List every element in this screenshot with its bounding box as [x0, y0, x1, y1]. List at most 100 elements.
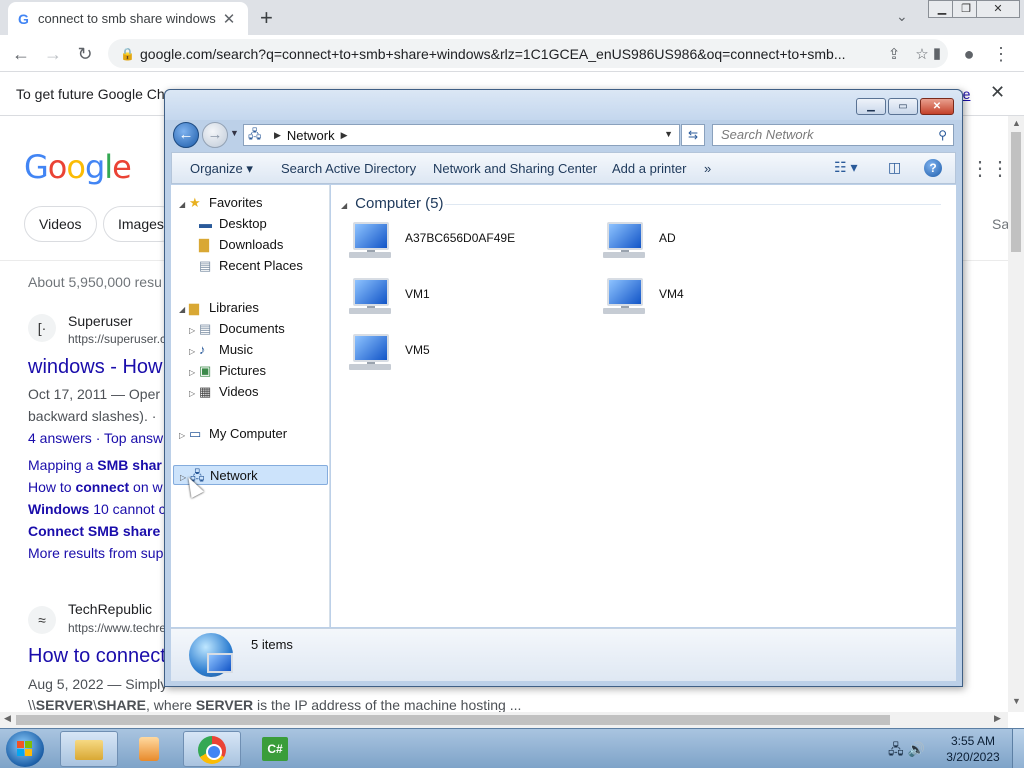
explorer-maximize-button[interactable]: ▭ [888, 98, 918, 115]
sublink-how-to-connect[interactable]: How to connect on w [28, 479, 163, 495]
add-printer-button[interactable]: Add a printer [612, 161, 686, 176]
network-computer-item[interactable]: AD [601, 219, 721, 263]
tree-item-desktop[interactable]: ▬ Desktop [199, 214, 267, 234]
help-icon[interactable]: ? [924, 159, 942, 177]
close-window-button[interactable]: ✕ [976, 0, 1020, 18]
media-player-icon [139, 737, 159, 761]
result-title[interactable]: windows - How [28, 356, 162, 379]
more-results-link[interactable]: More results from sup [28, 545, 163, 561]
taskbar-explorer-button[interactable] [60, 731, 118, 767]
result-site-name[interactable]: TechRepublic [68, 601, 152, 617]
chip-videos[interactable]: Videos [24, 206, 97, 242]
recent-pages-chevron-icon[interactable]: ▼ [230, 128, 239, 138]
horizontal-scrollbar[interactable]: ◀ ▶ [0, 712, 1008, 728]
share-icon[interactable]: ⇪ [880, 45, 908, 63]
tree-item-music[interactable]: ▷ ♪ Music [189, 340, 253, 360]
lock-icon[interactable]: 🔒 [120, 47, 140, 61]
explorer-minimize-button[interactable]: ▁ [856, 98, 886, 115]
tree-item-videos[interactable]: ▷ ▦ Videos [189, 382, 259, 402]
tree-my-computer[interactable]: ▷ ▭ My Computer [179, 424, 287, 444]
folder-icon [75, 740, 103, 760]
tree-item-pictures[interactable]: ▷ ▣ Pictures [189, 361, 266, 381]
collapse-triangle-icon[interactable]: ◢ [341, 201, 347, 210]
infobar-close-icon[interactable]: ✕ [990, 82, 1005, 103]
breadcrumb-network[interactable]: Network [287, 128, 335, 143]
taskbar-csharp-button[interactable]: C# [246, 731, 304, 767]
expand-triangle-icon[interactable]: ▷ [189, 321, 199, 341]
expand-triangle-icon[interactable]: ▷ [179, 426, 189, 446]
search-input[interactable]: Search Network ⚲ [712, 124, 954, 146]
back-arrow-icon[interactable]: ← [8, 41, 34, 67]
tree-item-recent-places[interactable]: ▤ Recent Places [199, 256, 303, 276]
result-site-url[interactable]: https://www.techre [68, 621, 166, 635]
sublink-connect-smb[interactable]: Connect SMB share [28, 523, 160, 539]
search-active-directory-button[interactable]: Search Active Directory [281, 161, 416, 176]
tree-item-downloads[interactable]: ▇ Downloads [199, 235, 283, 255]
network-computer-item[interactable]: A37BC656D0AF49E [347, 219, 527, 263]
taskbar-media-player-button[interactable] [120, 731, 178, 767]
browser-tab[interactable]: G connect to smb share windows - ✕ [8, 2, 248, 35]
network-tray-icon[interactable]: 🖧 [888, 741, 904, 757]
result-site-url[interactable]: https://superuser.c [68, 332, 166, 346]
preview-pane-icon[interactable]: ◫ [888, 159, 901, 176]
profile-avatar-icon[interactable]: ● [956, 41, 982, 67]
address-url[interactable]: google.com/search?q=connect+to+smb+share… [140, 46, 880, 62]
taskbar-chrome-button[interactable] [183, 731, 241, 767]
scroll-up-arrow-icon[interactable]: ▲ [1012, 118, 1021, 128]
menu-kebab-icon[interactable]: ⋮ [988, 41, 1014, 67]
computer-name: AD [659, 231, 676, 245]
network-computer-item[interactable]: VM4 [601, 275, 721, 319]
search-icon[interactable]: ⚲ [938, 125, 947, 145]
google-apps-grid-icon[interactable]: ⋮⋮ [970, 156, 1008, 181]
forward-arrow-icon[interactable]: → [202, 122, 228, 148]
address-bar[interactable]: 🔒 google.com/search?q=connect+to+smb+sha… [108, 39, 948, 68]
network-sharing-center-button[interactable]: Network and Sharing Center [433, 161, 597, 176]
forward-arrow-icon[interactable]: → [40, 41, 66, 67]
side-panel-icon[interactable]: ▮ [924, 41, 950, 67]
chip-more[interactable]: Sa [992, 216, 1008, 232]
network-computer-item[interactable]: VM5 [347, 331, 467, 375]
tree-libraries[interactable]: ◢ ▆ Libraries [179, 298, 259, 318]
sublink-mapping[interactable]: Mapping a SMB shar [28, 457, 162, 473]
tab-close-icon[interactable]: ✕ [220, 10, 238, 28]
computer-group-header[interactable]: ◢ Computer (5) [341, 195, 444, 212]
scroll-down-arrow-icon[interactable]: ▼ [1012, 696, 1021, 706]
address-dropdown-icon[interactable]: ▼ [664, 129, 673, 139]
scroll-right-arrow-icon[interactable]: ▶ [994, 713, 1001, 724]
expand-triangle-icon[interactable]: ▷ [189, 384, 199, 404]
show-desktop-button[interactable] [1012, 729, 1024, 768]
result-answers-link[interactable]: 4 answers · Top answ [28, 430, 163, 446]
explorer-titlebar[interactable]: ▁ ▭ ✕ [165, 90, 962, 120]
refresh-icon[interactable]: ⇆ [681, 124, 705, 146]
more-commands-button[interactable]: » [704, 161, 711, 176]
reload-icon[interactable]: ↻ [72, 41, 98, 67]
organize-button[interactable]: Organize ▾ [190, 161, 253, 177]
start-button[interactable] [6, 731, 44, 767]
expand-triangle-icon[interactable]: ▷ [189, 342, 199, 362]
collapse-triangle-icon[interactable]: ◢ [179, 195, 189, 215]
scroll-left-arrow-icon[interactable]: ◀ [4, 713, 11, 724]
result-site-name[interactable]: Superuser [68, 313, 133, 329]
taskbar-clock[interactable]: 3:55 AM 3/20/2023 [940, 733, 1006, 765]
result-title[interactable]: How to connect [28, 645, 166, 668]
scrollbar-thumb[interactable] [1011, 132, 1021, 252]
breadcrumb-arrow-icon[interactable]: ▶ [341, 130, 348, 141]
tree-item-documents[interactable]: ▷ ▤ Documents [189, 319, 285, 339]
scrollbar-thumb[interactable] [16, 715, 890, 725]
vertical-scrollbar[interactable]: ▲ ▼ [1008, 116, 1024, 712]
pictures-icon: ▣ [199, 363, 212, 378]
sublink-windows-10[interactable]: Windows 10 cannot c [28, 501, 166, 517]
explorer-close-button[interactable]: ✕ [920, 98, 954, 115]
volume-icon[interactable]: 🔊 [908, 741, 925, 757]
new-tab-button[interactable]: + [260, 5, 273, 31]
network-computer-item[interactable]: VM1 [347, 275, 467, 319]
google-logo[interactable]: Google [24, 148, 132, 186]
explorer-address-bar[interactable]: 🖧 ▶ Network ▶ ▼ [243, 124, 680, 146]
view-options-icon[interactable]: ☷ ▾ [834, 159, 857, 176]
tab-search-chevron-icon[interactable]: ⌄ [896, 8, 908, 25]
breadcrumb-arrow-icon[interactable]: ▶ [274, 130, 281, 141]
expand-triangle-icon[interactable]: ▷ [189, 363, 199, 383]
tree-favorites[interactable]: ◢ ★ Favorites [179, 193, 262, 213]
collapse-triangle-icon[interactable]: ◢ [179, 300, 189, 320]
back-arrow-icon[interactable]: ← [173, 122, 199, 148]
